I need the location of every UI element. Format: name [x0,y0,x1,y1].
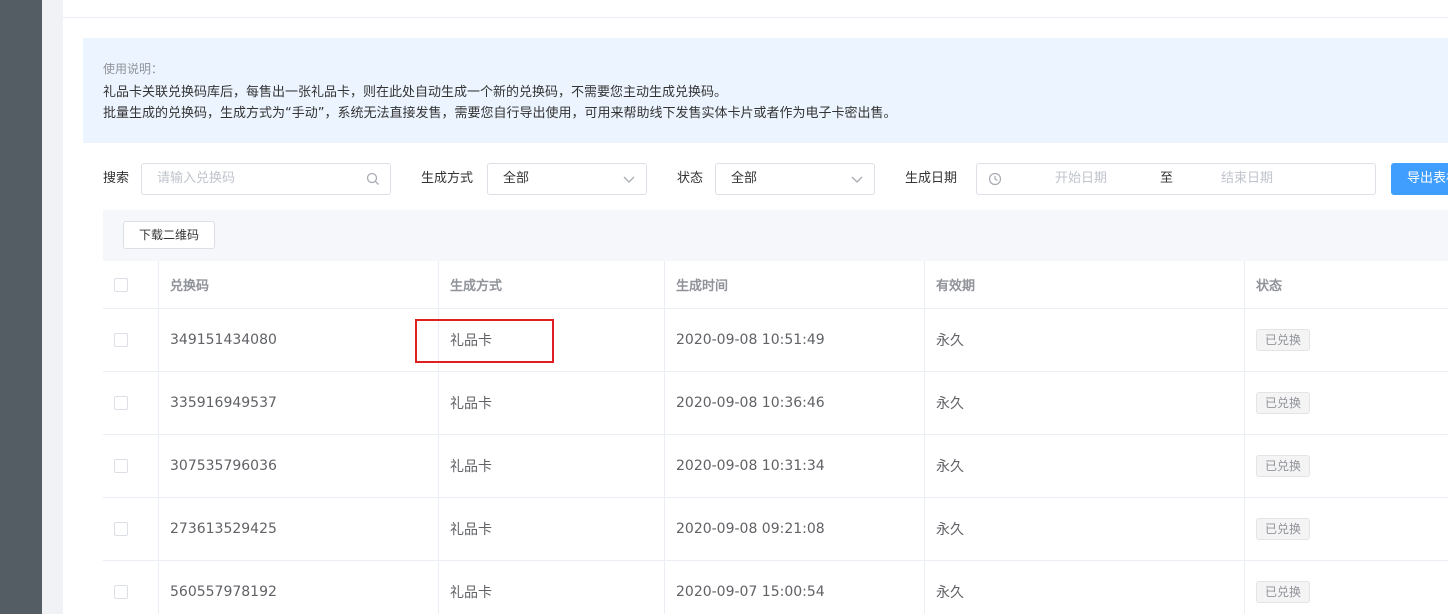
status-badge: 已兑换 [1256,518,1311,540]
table-row: 335916949537 礼品卡 2020-09-08 10:36:46 永久 … [103,372,1448,435]
code-cell: 273613529425 [159,498,439,560]
row-checkbox-cell [103,435,159,497]
status-select[interactable]: 全部 [715,163,875,195]
status-badge: 已兑换 [1256,581,1311,603]
notice-line-2: 批量生成的兑换码，生成方式为“手动”，系统无法直接发售，需要您自行导出使用，可用… [103,106,897,121]
row-checkbox[interactable] [114,396,128,410]
chevron-down-icon [623,176,635,183]
header-checkbox-cell [103,261,159,308]
method-select[interactable]: 全部 [487,163,647,195]
time-cell: 2020-09-08 10:36:46 [665,372,925,434]
status-cell: 已兑换 [1245,498,1448,560]
row-checkbox[interactable] [114,333,128,347]
validity-cell: 永久 [925,435,1245,497]
row-checkbox-cell [103,372,159,434]
code-table: 兑换码 生成方式 生成时间 有效期 状态 349151434080 礼品卡 20… [103,261,1448,614]
validity-cell: 永久 [925,309,1245,371]
row-checkbox-cell [103,498,159,560]
table-row: 349151434080 礼品卡 2020-09-08 10:51:49 永久 … [103,309,1448,372]
header-status: 状态 [1256,279,1283,294]
status-badge: 已兑换 [1256,455,1311,477]
status-cell: 已兑换 [1245,372,1448,434]
top-strip [63,0,1448,18]
row-checkbox[interactable] [114,522,128,536]
sidebar-rail [0,0,42,614]
header-validity: 有效期 [925,261,1245,308]
method-cell: 礼品卡 [439,372,665,434]
validity-cell: 永久 [925,561,1245,614]
method-label: 生成方式 [421,171,474,186]
search-icon[interactable] [366,172,380,186]
date-label: 生成日期 [905,171,958,186]
clock-icon [988,172,1002,186]
date-start-input[interactable]: 开始日期 [1055,164,1107,194]
filter-bar: 搜索 请输入兑换码 生成方式 全部 状态 全部 生成日期 开始日期 至 结束日期… [83,163,1448,195]
date-end-input[interactable]: 结束日期 [1221,164,1273,194]
code-cell: 307535796036 [159,435,439,497]
status-cell: 已兑换 [1245,309,1448,371]
status-cell: 已兑换 [1245,435,1448,497]
header-method: 生成方式 [439,261,665,308]
time-cell: 2020-09-08 10:51:49 [665,309,925,371]
method-cell: 礼品卡 [439,561,665,614]
row-checkbox-cell [103,309,159,371]
select-all-checkbox[interactable] [114,277,128,292]
time-cell: 2020-09-08 10:31:34 [665,435,925,497]
header-time: 生成时间 [665,261,925,308]
row-checkbox-cell [103,561,159,614]
status-label: 状态 [677,171,704,186]
table-toolbar: 下载二维码 [103,210,1448,261]
row-checkbox[interactable] [114,585,128,599]
table-row: 560557978192 礼品卡 2020-09-07 15:00:54 永久 … [103,561,1448,614]
validity-cell: 永久 [925,372,1245,434]
notice-line-1: 礼品卡关联兑换码库后，每售出一张礼品卡，则在此处自动生成一个新的兑换码，不需要您… [103,85,728,100]
status-select-value: 全部 [731,171,758,186]
date-range-picker[interactable]: 开始日期 至 结束日期 [976,163,1376,195]
search-label: 搜索 [103,171,130,186]
usage-notice: 使用说明： 礼品卡关联兑换码库后，每售出一张礼品卡，则在此处自动生成一个新的兑换… [83,38,1448,143]
validity-cell: 永久 [925,498,1245,560]
table-row: 307535796036 礼品卡 2020-09-08 10:31:34 永久 … [103,435,1448,498]
download-qr-button[interactable]: 下载二维码 [123,221,215,249]
layout-gutter [42,0,63,614]
method-cell: 礼品卡 [439,435,665,497]
search-input[interactable]: 请输入兑换码 [141,163,391,195]
search-placeholder: 请输入兑换码 [157,171,236,186]
method-select-value: 全部 [503,171,530,186]
method-cell: 礼品卡 [439,309,665,371]
code-cell: 560557978192 [159,561,439,614]
status-cell: 已兑换 [1245,561,1448,614]
code-cell: 335916949537 [159,372,439,434]
time-cell: 2020-09-08 09:21:08 [665,498,925,560]
notice-title: 使用说明： [103,62,164,76]
date-separator: 至 [1160,171,1174,186]
table-row: 273613529425 礼品卡 2020-09-08 09:21:08 永久 … [103,498,1448,561]
chevron-down-icon [851,176,863,183]
method-cell: 礼品卡 [439,498,665,560]
row-checkbox[interactable] [114,459,128,473]
export-button[interactable]: 导出表格 [1391,163,1448,195]
status-badge: 已兑换 [1256,329,1311,351]
status-badge: 已兑换 [1256,392,1311,414]
table-header: 兑换码 生成方式 生成时间 有效期 状态 [103,261,1448,309]
header-code: 兑换码 [159,261,439,308]
code-cell: 349151434080 [159,309,439,371]
time-cell: 2020-09-07 15:00:54 [665,561,925,614]
